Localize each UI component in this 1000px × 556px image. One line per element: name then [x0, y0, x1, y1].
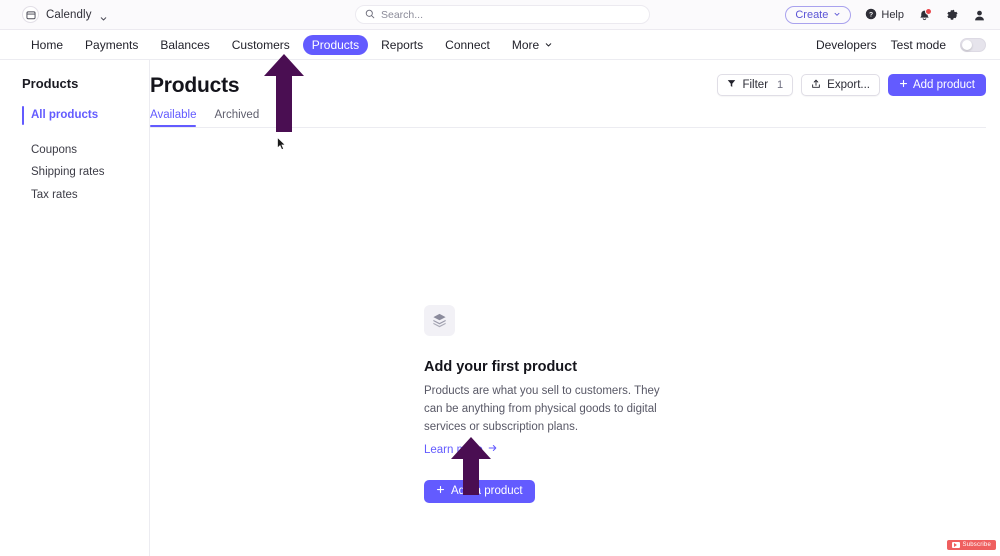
header-left: Products Available Archived	[150, 74, 259, 127]
nav-label: More	[511, 37, 540, 52]
add-product-label: Add product	[912, 79, 975, 91]
nav-label: Payments	[85, 37, 139, 52]
learn-more-label: Learn more	[424, 443, 483, 456]
create-button-label: Create	[795, 9, 829, 21]
youtube-icon	[951, 542, 960, 548]
tabs-divider	[150, 127, 986, 128]
export-label: Export...	[827, 79, 870, 91]
sidebar-item-coupons[interactable]: Coupons	[22, 139, 149, 162]
main-content: Products Available Archived Filter 1 Exp…	[150, 60, 1000, 556]
sidebar-item-shipping-rates[interactable]: Shipping rates	[22, 161, 149, 184]
add-a-product-button[interactable]: Add a product	[424, 479, 535, 503]
nav-label: Balances	[160, 37, 210, 52]
funnel-icon	[727, 79, 736, 91]
tab-available[interactable]: Available	[150, 109, 197, 127]
top-bar-actions: Create ? Help	[785, 0, 986, 30]
toggle-knob	[962, 39, 972, 50]
main-header: Products Available Archived Filter 1 Exp…	[150, 74, 1000, 127]
user-account-button[interactable]	[973, 9, 986, 22]
chevron-down-icon	[99, 10, 108, 21]
nav-label: Products	[311, 37, 360, 52]
subscribe-label: Subscribe	[962, 542, 991, 548]
nav-right-group: Developers Test mode	[816, 37, 986, 52]
page-title: Products	[150, 74, 240, 97]
nav-item-customers[interactable]: Customers	[223, 35, 299, 55]
search-bar[interactable]	[355, 5, 650, 24]
settings-button[interactable]	[945, 8, 959, 22]
nav-item-more[interactable]: More	[503, 35, 562, 55]
sidebar-item-label: Shipping rates	[31, 166, 105, 179]
export-button[interactable]: Export...	[801, 74, 880, 96]
page-body: Products All products Coupons Shipping r…	[0, 60, 1000, 556]
sidebar-item-label: Tax rates	[31, 188, 78, 201]
tab-archived[interactable]: Archived	[214, 109, 259, 127]
share-icon	[811, 79, 821, 92]
sidebar-item-tax-rates[interactable]: Tax rates	[22, 184, 149, 207]
filter-label: Filter	[742, 79, 769, 91]
notification-badge	[925, 7, 932, 15]
tab-label: Archived	[214, 109, 260, 121]
nav-item-products[interactable]: Products	[302, 34, 369, 55]
test-mode-toggle[interactable]	[960, 37, 986, 52]
add-a-product-label: Add a product	[451, 485, 523, 498]
create-button[interactable]: Create	[785, 6, 852, 24]
help-button[interactable]: ? Help	[865, 8, 904, 23]
tabs: Available Archived	[150, 109, 259, 127]
add-product-button[interactable]: Add product	[887, 74, 986, 96]
filter-count-badge: 1	[777, 79, 784, 91]
nav-label: Reports	[381, 37, 424, 52]
notifications-button[interactable]	[918, 7, 932, 22]
learn-more-link[interactable]: Learn more	[424, 443, 498, 456]
search-input[interactable]	[381, 8, 640, 21]
arrow-right-icon	[487, 443, 498, 456]
nav-items: Home Payments Balances Customers Product…	[22, 34, 562, 55]
sidebar-item-label: Coupons	[31, 143, 78, 156]
nav-item-reports[interactable]: Reports	[372, 35, 432, 55]
calendar-icon	[22, 6, 39, 23]
empty-state-title: Add your first product	[424, 359, 578, 375]
plus-icon	[899, 79, 908, 91]
app-window: Calendly Create	[0, 0, 1000, 556]
empty-state: Add your first product Products are what…	[424, 305, 724, 503]
box-icon	[424, 305, 455, 336]
chevron-down-icon	[833, 9, 841, 21]
help-label: Help	[881, 9, 904, 21]
sidebar-item-label: All products	[31, 109, 99, 121]
sidebar-title: Products	[22, 76, 79, 91]
top-bar: Calendly Create	[0, 0, 1000, 30]
chevron-down-icon	[544, 38, 553, 52]
header-actions: Filter 1 Export... Add product	[717, 74, 986, 96]
search-icon	[365, 6, 375, 24]
nav-label: Connect	[445, 37, 490, 52]
subscribe-watermark[interactable]: Subscribe	[946, 540, 996, 550]
test-mode-label: Test mode	[890, 37, 946, 52]
nav-item-payments[interactable]: Payments	[76, 35, 147, 55]
svg-text:?: ?	[869, 11, 873, 18]
account-name: Calendly	[46, 8, 92, 21]
filter-button[interactable]: Filter 1	[717, 74, 794, 96]
tab-label: Available	[150, 109, 197, 121]
nav-label: Customers	[231, 37, 290, 52]
account-switcher[interactable]: Calendly	[22, 6, 108, 23]
nav-item-balances[interactable]: Balances	[151, 35, 218, 55]
main-navigation: Home Payments Balances Customers Product…	[0, 30, 1000, 60]
user-icon	[975, 10, 984, 20]
plus-icon	[436, 485, 445, 497]
developers-link[interactable]: Developers	[816, 38, 877, 52]
empty-state-description: Products are what you sell to customers.…	[424, 385, 660, 433]
sidebar: Products All products Coupons Shipping r…	[0, 60, 150, 556]
help-circle-icon: ?	[865, 8, 877, 23]
sidebar-item-all-products[interactable]: All products	[22, 104, 149, 127]
gear-icon	[947, 9, 958, 20]
nav-label: Home	[31, 37, 64, 52]
nav-item-connect[interactable]: Connect	[436, 35, 499, 55]
nav-item-home[interactable]: Home	[22, 35, 72, 55]
